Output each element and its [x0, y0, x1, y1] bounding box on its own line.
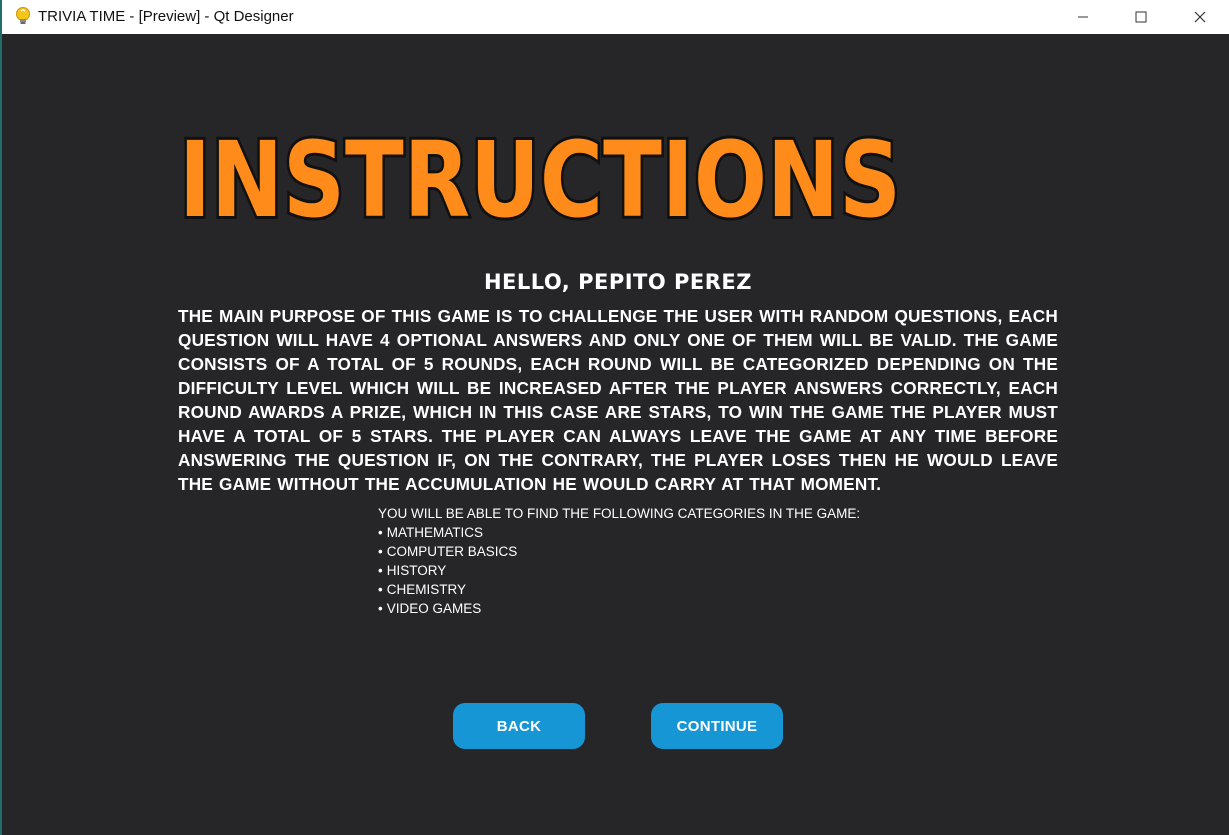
instructions-heading: INSTRUCTIONS — [170, 116, 910, 244]
minimize-icon — [1077, 11, 1089, 23]
close-icon — [1194, 11, 1206, 23]
continue-button[interactable]: CONTINUE — [651, 703, 783, 749]
categories-section: YOU WILL BE ABLE TO FIND THE FOLLOWING C… — [378, 504, 898, 618]
category-item: VIDEO GAMES — [378, 599, 898, 618]
instructions-paragraph: THE MAIN PURPOSE OF THIS GAME IS TO CHAL… — [178, 306, 1058, 494]
back-button[interactable]: BACK — [453, 703, 585, 749]
categories-intro: YOU WILL BE ABLE TO FIND THE FOLLOWING C… — [378, 506, 861, 521]
title-bar[interactable]: TRIVIA TIME - [Preview] - Qt Designer — [2, 0, 1229, 34]
maximize-button[interactable] — [1112, 0, 1170, 33]
lightbulb-icon — [14, 6, 32, 26]
category-item: HISTORY — [378, 561, 898, 580]
category-item: COMPUTER BASICS — [378, 542, 898, 561]
main-content: INSTRUCTIONS HELLO, PEPITO PEREZ THE MAI… — [2, 34, 1229, 835]
maximize-icon — [1135, 11, 1147, 23]
heading-text: INSTRUCTIONS — [179, 119, 901, 241]
greeting-label: HELLO, PEPITO PEREZ — [483, 270, 753, 294]
minimize-button[interactable] — [1054, 0, 1112, 33]
categories-list: MATHEMATICS COMPUTER BASICS HISTORY CHEM… — [378, 523, 898, 618]
close-button[interactable] — [1171, 0, 1229, 33]
category-item: MATHEMATICS — [378, 523, 898, 542]
app-window: TRIVIA TIME - [Preview] - Qt Designer IN… — [0, 0, 1229, 835]
category-item: CHEMISTRY — [378, 580, 898, 599]
window-title: TRIVIA TIME - [Preview] - Qt Designer — [38, 8, 294, 25]
